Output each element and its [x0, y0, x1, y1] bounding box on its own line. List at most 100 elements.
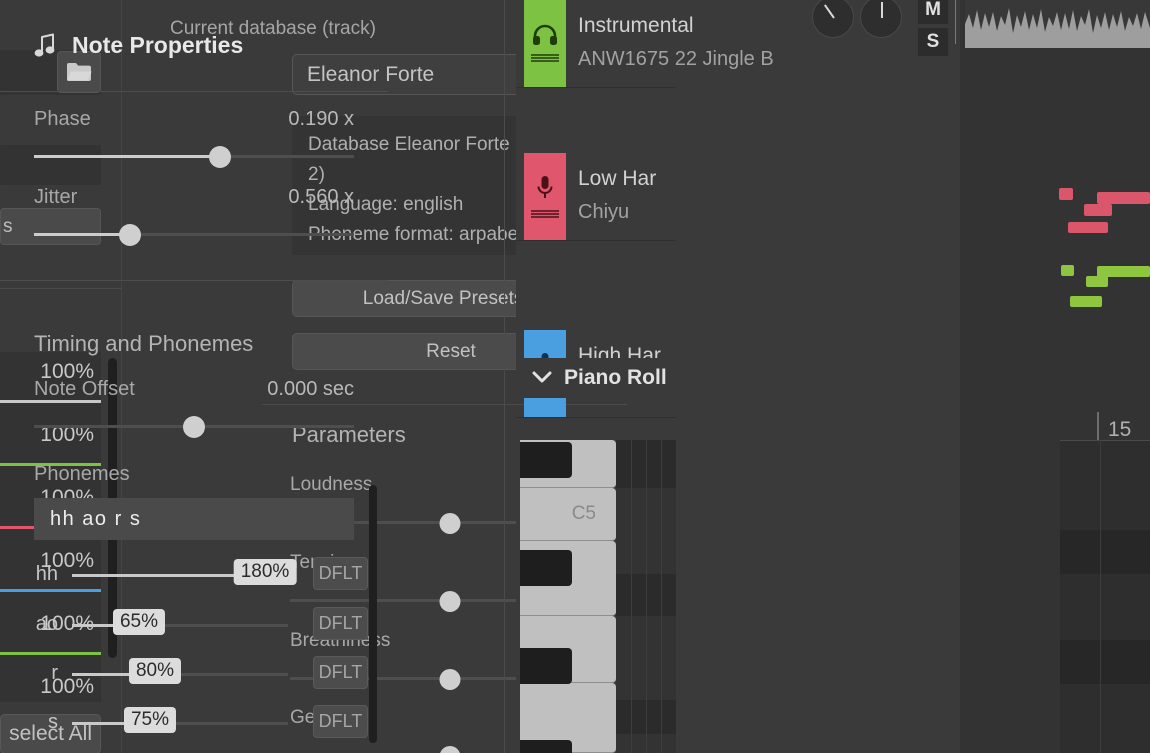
- note-block[interactable]: [1068, 222, 1108, 233]
- grid-line: [646, 440, 647, 753]
- phoneme-row: ao 65% DFLT: [20, 607, 368, 640]
- phoneme-name: hh: [35, 563, 58, 585]
- timing-phonemes-title: Timing and Phonemes: [34, 331, 254, 356]
- grid-line: [661, 440, 662, 753]
- phoneme-row: hh 180% DFLT: [20, 557, 368, 590]
- chevron-down-icon: [532, 371, 552, 383]
- parameter-label: Loudness: [290, 474, 373, 495]
- note-param-jitter: Jitter 0.560 x: [34, 186, 354, 246]
- panel-divider: [0, 280, 388, 281]
- phoneme-value-badge[interactable]: 80%: [128, 658, 182, 684]
- piano-white-key[interactable]: C5: [520, 488, 616, 541]
- note-param-value: 0.190 x: [288, 108, 354, 130]
- piano-keyboard[interactable]: C5: [516, 440, 616, 753]
- track-name: Instrumental: [578, 14, 694, 37]
- note-param-label: Jitter: [34, 186, 78, 208]
- piano-roll-title: Piano Roll: [564, 366, 667, 389]
- side-panel-edge: [504, 0, 505, 753]
- phonemes-input[interactable]: hh ao r s: [34, 498, 354, 540]
- grid-row: [1060, 640, 1150, 684]
- slider-knob[interactable]: [439, 513, 461, 534]
- slider-knob[interactable]: [183, 416, 205, 438]
- note-param-phase: Phase 0.190 x: [34, 108, 354, 168]
- track-name: Low Har: [578, 167, 657, 190]
- pan-knob[interactable]: [812, 0, 854, 38]
- track-singer: ANW1675 22 Jingle B: [578, 48, 774, 70]
- grid-line: [1100, 440, 1101, 753]
- ruler-tick: [1097, 412, 1099, 440]
- slider-knob[interactable]: [208, 146, 231, 168]
- headphones-icon: [533, 24, 557, 45]
- track-row[interactable]: Instrumental ANW1675 22 Jingle B: [516, 0, 774, 88]
- volume-knob[interactable]: [860, 0, 902, 38]
- music-note-icon: [34, 33, 55, 57]
- note-block[interactable]: [1061, 265, 1074, 276]
- app-window: s 100% 100% 100% 100% 100% select All Cu…: [0, 0, 1150, 753]
- track-color-swatch: [524, 153, 566, 240]
- phoneme-default-button[interactable]: DFLT: [313, 557, 368, 590]
- phoneme-value-badge[interactable]: 75%: [123, 707, 177, 733]
- phoneme-name: ao: [35, 613, 58, 635]
- grid-line: [1060, 440, 1150, 441]
- note-param-label: Note Offset: [34, 378, 135, 400]
- panel-divider: [0, 91, 388, 92]
- phoneme-default-button[interactable]: DFLT: [313, 705, 368, 738]
- piano-black-key[interactable]: [520, 740, 572, 753]
- waveform-icon: [965, 8, 1150, 48]
- note-properties-header: Note Properties: [0, 0, 388, 91]
- phoneme-default-button[interactable]: DFLT: [313, 656, 368, 689]
- ruler-number: 15: [1108, 418, 1132, 441]
- left-rail-divider: [0, 288, 122, 289]
- phoneme-name: r: [51, 662, 58, 684]
- solo-button[interactable]: S: [918, 28, 948, 56]
- phoneme-row: s 75% DFLT: [20, 705, 368, 738]
- track-row[interactable]: Low Har Chiyu: [516, 153, 676, 241]
- slider-knob[interactable]: [439, 591, 461, 612]
- track-singer: Chiyu: [578, 201, 630, 223]
- phoneme-row: r 80% DFLT: [20, 656, 368, 689]
- piano-black-key[interactable]: [520, 550, 572, 586]
- note-param-value: 0.000 sec: [267, 378, 354, 400]
- grid-line: [631, 440, 632, 753]
- phoneme-value-badge[interactable]: 180%: [233, 559, 297, 585]
- piano-key-label: C5: [571, 503, 596, 524]
- note-param-offset: Note Offset 0.000 sec: [34, 378, 354, 438]
- note-param-slider[interactable]: [34, 146, 354, 168]
- phoneme-name: s: [48, 711, 58, 733]
- slider-knob[interactable]: [119, 224, 141, 246]
- piano-roll-grid[interactable]: [616, 440, 676, 753]
- microphone-icon: [537, 176, 553, 198]
- note-properties-scrollbar[interactable]: [369, 485, 377, 743]
- track-list: Instrumental ANW1675 22 Jingle B Low Har…: [516, 0, 774, 712]
- note-param-slider[interactable]: [34, 224, 354, 246]
- phoneme-value-badge[interactable]: 65%: [112, 609, 166, 635]
- lane-curve: [0, 652, 101, 655]
- piano-roll-grid-right[interactable]: [1060, 440, 1150, 753]
- slider-fill: [34, 155, 217, 158]
- piano-roll-header[interactable]: Piano Roll: [516, 358, 676, 398]
- note-param-slider[interactable]: [34, 416, 354, 438]
- slider-fill: [72, 574, 257, 577]
- piano-black-key[interactable]: [520, 648, 572, 684]
- note-param-label: Phase: [34, 108, 91, 130]
- grid-row: [1060, 530, 1150, 574]
- mute-button[interactable]: M: [918, 0, 948, 24]
- slider-fill: [34, 233, 127, 236]
- phonemes-label: Phonemes: [34, 463, 130, 485]
- audio-waveform: [965, 0, 1150, 48]
- piano-black-key[interactable]: [520, 442, 572, 478]
- note-block[interactable]: [1084, 204, 1112, 216]
- note-block[interactable]: [1097, 192, 1150, 204]
- lane-curve: [0, 589, 101, 592]
- track-color-swatch: [524, 0, 566, 87]
- slider-knob[interactable]: [439, 746, 461, 753]
- phoneme-default-button[interactable]: DFLT: [313, 607, 368, 640]
- note-properties-title: Note Properties: [72, 32, 244, 58]
- note-block[interactable]: [1059, 188, 1073, 200]
- toolbar-divider: [955, 0, 956, 44]
- note-block[interactable]: [1086, 276, 1108, 287]
- slider-knob[interactable]: [439, 669, 461, 690]
- waveform-icon: [531, 210, 559, 218]
- note-param-value: 0.560 x: [288, 186, 354, 208]
- note-block[interactable]: [1070, 296, 1102, 307]
